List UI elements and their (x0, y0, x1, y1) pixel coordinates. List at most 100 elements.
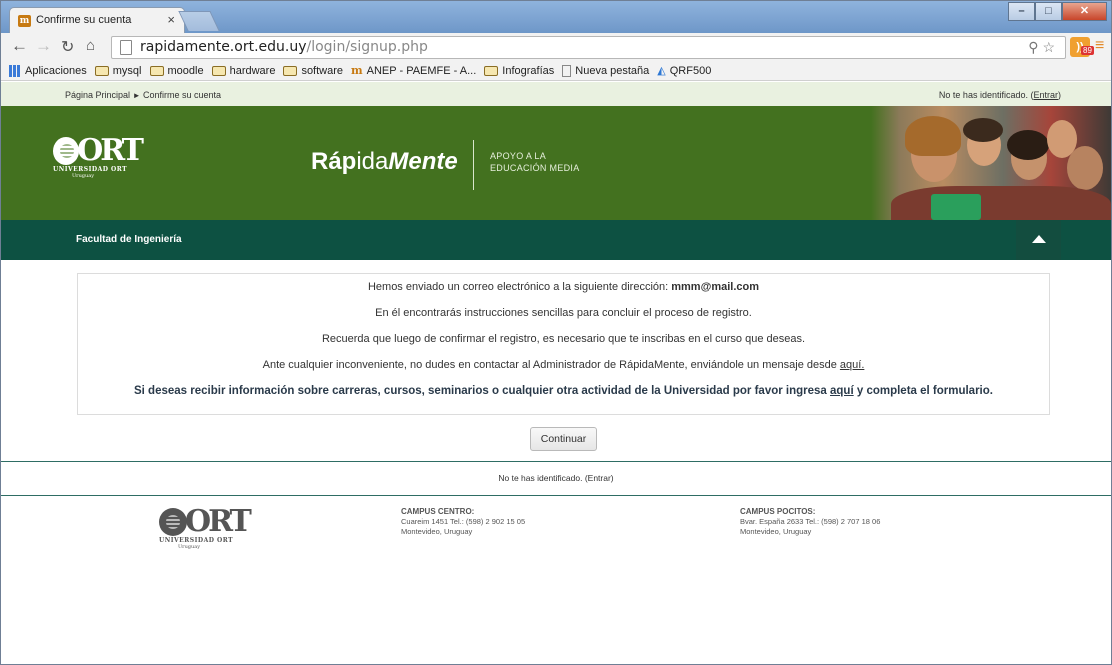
footer-ort-logo[interactable]: ORT UNIVERSIDAD ORT Uruguay (159, 504, 252, 550)
bookmark-star-icon[interactable]: ☆ (1042, 39, 1055, 55)
folder-icon (149, 65, 164, 76)
bookmarks-bar: Aplicaciones mysql moodle hardware softw… (1, 61, 1111, 81)
ort-country-label: Uruguay (71, 173, 95, 179)
qrf-icon: ◭ (657, 65, 666, 77)
apps-icon (9, 64, 21, 77)
student-hair (963, 118, 1003, 142)
notice-line-contact-text: Ante cualquier inconveniente, no dudes e… (262, 359, 840, 371)
course-name[interactable]: Facultad de Ingeniería (76, 234, 182, 245)
bookmark-label: mysql (112, 64, 142, 77)
confirmation-notice: Hemos enviado un correo electrónico a la… (77, 273, 1050, 415)
brand-divider (473, 140, 474, 190)
bookmark-software[interactable]: software (283, 65, 343, 77)
page-icon (120, 40, 132, 55)
brand-part-2: ida (356, 148, 389, 175)
notice-line-enroll: Recuerda que luego de confirmar el regis… (321, 333, 806, 345)
tagline-line-2: EDUCACIÓN MEDIA (490, 163, 580, 173)
info-form-link[interactable]: aquí (830, 385, 854, 397)
contact-admin-link[interactable]: aquí. (840, 359, 864, 371)
navbar: Página Principal ► Confirme su cuenta No… (1, 82, 1111, 106)
login-link[interactable]: Entrar (1033, 90, 1058, 100)
title-bar: m Confirme su cuenta × – □ ✕ (1, 1, 1111, 33)
ort-logo[interactable]: ORT UNIVERSIDAD ORT Uruguay (53, 136, 144, 179)
campus-pocitos-title: CAMPUS POCITOS: (740, 507, 816, 516)
globe-icon (53, 137, 80, 165)
notice-line-contact: Ante cualquier inconveniente, no dudes e… (78, 359, 1049, 371)
rss-badge: 89 (1081, 46, 1094, 55)
campus-pocitos-address: Bvar. España 2633 Tel.: (598) 2 707 18 0… (740, 517, 881, 526)
bookmark-label: Nueva pestaña (575, 64, 650, 77)
notice-line-email-text: Hemos enviado un correo electrónico a la… (367, 281, 672, 293)
course-bar: Facultad de Ingeniería (1, 220, 1111, 260)
collapse-header-button[interactable] (1016, 220, 1061, 260)
menu-icon[interactable]: ≡ (1095, 37, 1104, 55)
notice-line-info-after: y completa el formulario. (853, 385, 993, 397)
bookmark-hardware[interactable]: hardware (211, 64, 276, 77)
campus-centro-title: CAMPUS CENTRO: (401, 507, 475, 516)
campus-centro: CAMPUS CENTRO: Cuareim 1451 Tel.: (598) … (401, 507, 525, 537)
campus-pocitos-city: Montevideo, Uruguay (740, 527, 812, 536)
notice-line-info-text: Si deseas recibir información sobre carr… (134, 385, 831, 397)
login-info: No te has identificado. (Entrar) (939, 90, 1061, 100)
globe-icon (159, 508, 187, 536)
zoom-icon[interactable]: ⚲ (1028, 39, 1038, 55)
bookmark-label: hardware (229, 64, 276, 77)
bookmark-infografias[interactable]: Infografías (484, 65, 554, 77)
bookmark-label: moodle (167, 64, 204, 77)
bookmark-anep[interactable]: m ANEP - PAEMFE - A... (351, 64, 476, 77)
folder-icon (283, 65, 298, 76)
bookmark-aplicaciones[interactable]: Aplicaciones (9, 64, 87, 77)
maximize-button[interactable]: □ (1035, 2, 1062, 21)
moodle-favicon-icon: m (18, 15, 31, 27)
address-bar[interactable]: rapidamente.ort.edu.uy/login/signup.php … (111, 36, 1066, 59)
breadcrumb-current: Confirme su cuenta (143, 90, 222, 100)
tab-title: Confirme su cuenta (36, 14, 132, 26)
bookmark-label: software (301, 64, 344, 77)
bookmark-nueva-pestana[interactable]: Nueva pestaña (562, 64, 650, 77)
tagline-line-1: APOYO A LA (490, 151, 547, 161)
breadcrumb: Página Principal ► Confirme su cuenta (65, 90, 221, 100)
notice-line-info: Si deseas recibir información sobre carr… (78, 385, 1049, 397)
minimize-button[interactable]: – (1008, 2, 1035, 21)
bookmark-qrf500[interactable]: ◭ QRF500 (657, 64, 712, 78)
student-figure (1067, 146, 1103, 190)
breadcrumb-separator-icon: ► (132, 91, 141, 100)
login-info-text: No te has identificado. ( (938, 90, 1034, 100)
footer-login-info[interactable]: No te has identificado. (Entrar) (1, 473, 1111, 483)
url-host: rapidamente.ort.edu.uy (140, 39, 307, 55)
browser-tab[interactable]: m Confirme su cuenta × (9, 7, 185, 33)
bookmark-label: QRF500 (669, 64, 712, 77)
bookmark-mysql[interactable]: mysql (94, 64, 142, 77)
ort-mark: ORT (53, 136, 144, 166)
folder-icon (211, 65, 226, 76)
tagline: APOYO A LA EDUCACIÓN MEDIA (490, 150, 580, 174)
brand-part-3: Mente (388, 148, 458, 175)
breadcrumb-home[interactable]: Página Principal (65, 90, 130, 100)
moodle-icon: m (351, 64, 363, 77)
brand-part-1: Ráp (311, 148, 357, 175)
campus-centro-city: Montevideo, Uruguay (401, 527, 473, 536)
forward-icon[interactable]: → (35, 36, 52, 56)
footer-divider-top (1, 461, 1111, 462)
bookmark-label: Infografías (502, 64, 555, 77)
bookmark-moodle[interactable]: moodle (149, 64, 204, 77)
student-hair (905, 116, 961, 156)
reload-icon[interactable]: ↻ (61, 37, 74, 57)
bookmark-label: ANEP - PAEMFE - A... (366, 64, 477, 77)
continue-button[interactable]: Continuar (530, 427, 597, 451)
notice-line-email: Hemos enviado un correo electrónico a la… (78, 281, 1049, 293)
home-icon[interactable]: ⌂ (86, 37, 95, 54)
notice-email: mmm@mail.com (671, 281, 760, 293)
notebook (931, 194, 981, 220)
ort-letters: ORT (185, 504, 252, 539)
rapidamente-brand[interactable]: RápidaMente (311, 148, 458, 176)
students-photo (871, 106, 1111, 220)
header-banner: ORT UNIVERSIDAD ORT Uruguay RápidaMente … (1, 106, 1111, 220)
tab-close-icon[interactable]: × (167, 12, 175, 27)
folder-icon (484, 65, 499, 76)
close-window-button[interactable]: ✕ (1062, 2, 1107, 21)
ort-country-label: Uruguay (177, 544, 201, 550)
back-icon[interactable]: ← (11, 36, 28, 56)
browser-toolbar: ← → ↻ ⌂ rapidamente.ort.edu.uy/login/sig… (1, 33, 1111, 61)
window-controls: – □ ✕ (1008, 2, 1107, 21)
